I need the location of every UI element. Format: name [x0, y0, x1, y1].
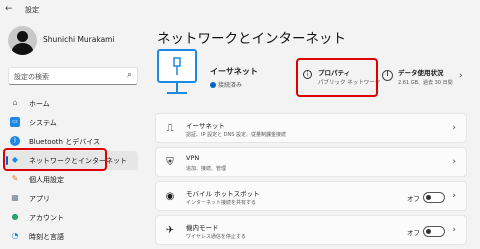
ethernet-settings-card[interactable]: ⎍ イーサネット 認証、IP 設定と DNS 設定、従量制課金接続 ›	[155, 113, 467, 143]
search-input[interactable]: 設定の検索 ⌕	[8, 67, 138, 85]
sidebar-highlight-box	[3, 148, 107, 171]
toggle-state-label: オフ	[407, 195, 420, 203]
time-language-icon: ◔	[11, 231, 19, 240]
hotspot-toggle[interactable]	[423, 192, 445, 203]
app-title: 設定	[25, 6, 39, 14]
ethernet-hero: イーサネット 接続済み	[155, 48, 280, 102]
data-usage-subtitle: 2.61 GB、過去 30 日間	[398, 80, 453, 86]
sidebar-item-label: アカウント	[29, 214, 64, 222]
card-title: モバイル ホットスポット	[186, 190, 260, 198]
hotspot-icon: ◉	[165, 191, 175, 202]
system-icon: ▭	[10, 117, 20, 127]
data-usage-link[interactable]: データ使用状況 2.61 GB、過去 30 日間 ›	[380, 62, 475, 94]
sidebar-item-personalization[interactable]: ✎ 個人用設定	[6, 170, 138, 189]
back-arrow-icon[interactable]: ←	[5, 4, 13, 14]
search-placeholder: 設定の検索	[14, 73, 49, 81]
sidebar-item-label: 個人用設定	[29, 176, 64, 184]
sidebar-item-label: アプリ	[29, 195, 50, 203]
airplane-icon: ✈	[165, 225, 175, 236]
sidebar-item-apps[interactable]: ▦ アプリ	[6, 189, 138, 208]
vpn-icon: ⛨	[166, 157, 174, 168]
chevron-right-icon: ›	[452, 157, 456, 167]
card-subtitle: ワイヤレス通信を停止する	[186, 234, 246, 240]
hero-title: イーサネット	[210, 67, 258, 76]
apps-icon: ▦	[11, 193, 19, 202]
sidebar-item-accounts[interactable]: ● アカウント	[6, 208, 138, 227]
card-subtitle: 追加、接続、管理	[186, 166, 227, 172]
mobile-hotspot-card[interactable]: ◉ モバイル ホットスポット インターネット接続を共有する オフ ›	[155, 181, 467, 211]
page-title: ネットワークとインターネット	[157, 31, 346, 47]
account-icon: ●	[11, 212, 19, 221]
chevron-right-icon: ›	[452, 225, 456, 235]
properties-highlight-box	[296, 58, 378, 97]
toggle-state-label: オフ	[407, 229, 420, 237]
card-title: VPN	[186, 154, 200, 162]
card-title: イーサネット	[186, 122, 225, 130]
sidebar-item-label: ホーム	[29, 100, 50, 108]
home-icon: ⌂	[12, 98, 18, 107]
data-usage-icon	[382, 70, 393, 81]
chevron-right-icon: ›	[452, 123, 456, 133]
airplane-mode-toggle[interactable]	[423, 226, 445, 237]
user-profile[interactable]: Shunichi Murakami	[8, 26, 148, 56]
airplane-mode-card[interactable]: ✈ 機内モード ワイヤレス通信を停止する オフ ›	[155, 215, 467, 245]
connection-status: 接続済み	[210, 80, 242, 89]
chevron-right-icon: ›	[452, 191, 456, 201]
ethernet-monitor-icon	[157, 49, 197, 94]
card-title: 機内モード	[186, 224, 219, 232]
connected-icon	[210, 82, 216, 88]
sidebar-item-time-language[interactable]: ◔ 時刻と言語	[6, 227, 138, 246]
sidebar-item-label: システム	[29, 119, 57, 127]
avatar	[8, 26, 37, 55]
sidebar-item-label: 時刻と言語	[29, 233, 64, 241]
sidebar-item-home[interactable]: ⌂ ホーム	[6, 94, 138, 113]
chevron-right-icon: ›	[459, 71, 463, 81]
sidebar-item-label: Bluetooth とデバイス	[29, 138, 100, 146]
card-subtitle: 認証、IP 設定と DNS 設定、従量制課金接続	[186, 132, 287, 138]
sidebar-item-system[interactable]: ▭ システム	[6, 113, 138, 132]
data-usage-title: データ使用状況	[398, 69, 444, 77]
card-subtitle: インターネット接続を共有する	[186, 200, 257, 206]
vpn-card[interactable]: ⛨ VPN 追加、接続、管理 ›	[155, 147, 467, 177]
ethernet-icon: ⎍	[166, 123, 174, 134]
bluetooth-icon: ᛒ	[10, 136, 20, 146]
title-bar: ← 設定	[0, 0, 480, 22]
user-name: Shunichi Murakami	[43, 35, 115, 44]
brush-icon: ✎	[11, 174, 19, 183]
search-icon: ⌕	[126, 70, 132, 80]
